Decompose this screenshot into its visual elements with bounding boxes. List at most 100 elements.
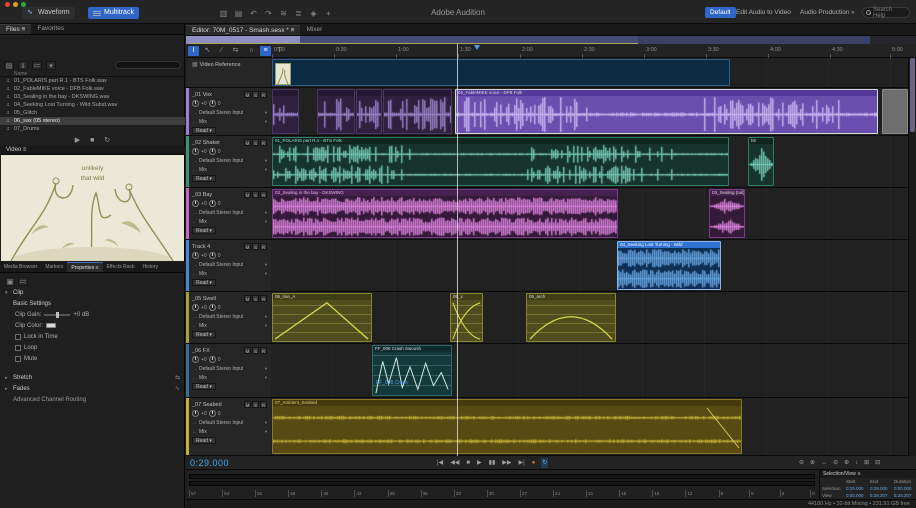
files-search-input[interactable] [115,61,181,69]
zoom-to-selection-icon[interactable]: ⊞ [863,458,870,468]
audio-clip[interactable] [272,89,299,134]
audio-clip[interactable]: 03_Sealing in the bay - DKSWING [272,189,618,238]
volume-knob[interactable] [192,356,199,363]
automation-mode-dropdown[interactable]: Read ▾ [192,331,216,338]
audio-clip[interactable] [356,89,382,134]
tab-properties[interactable]: Properties ≡ [67,262,102,272]
file-row[interactable]: ♫04_Seeking Lost Turning - Wild Subst.wa… [0,101,185,109]
chevron-right-icon[interactable]: ▸ [5,375,10,381]
play-button[interactable]: ▶ [476,458,483,468]
snapping-toggle[interactable]: ≡ [260,46,271,56]
stop-button[interactable]: ■ [465,458,471,468]
mixdown-icon[interactable]: ≋ [278,8,289,19]
track-lane[interactable]: 05_rise_A 05_x 05_arch [270,292,908,344]
pan-knob[interactable] [209,100,216,107]
automation-mode-dropdown[interactable]: Read ▾ [192,127,216,134]
audio-clip-selected[interactable]: 04_Seeking Lost Turning - Wild [617,241,721,290]
audio-clip[interactable] [882,89,908,134]
video-clip[interactable] [272,59,730,86]
session-icon[interactable]: ≣ [293,8,304,19]
pan-knob[interactable] [209,252,216,259]
vertical-scrollbar[interactable] [908,58,916,456]
zoom-in-icon[interactable]: ⊕ [809,458,816,468]
mute-button[interactable]: M [244,139,251,146]
mute-button[interactable]: M [244,243,251,250]
automation-mode-dropdown[interactable]: Read ▾ [192,227,216,234]
tab-mixer[interactable]: Mixer [300,25,328,35]
timecode-display[interactable]: 0:29.000 [190,458,229,468]
pan-knob[interactable] [209,200,216,207]
pause-button[interactable]: ▮▮ [488,458,497,468]
input-selector[interactable]: Default Stereo Input [199,110,243,116]
skip-to-start-button[interactable]: |◀ [436,458,444,468]
output-selector[interactable]: Mix [199,219,207,225]
mute-button[interactable]: M [244,401,251,408]
automation-mode-dropdown[interactable]: Read ▾ [192,437,216,444]
lock-in-time-checkbox[interactable] [15,334,21,340]
volume-knob[interactable] [192,304,199,311]
add-icon[interactable]: + [323,8,334,19]
volume-knob[interactable] [192,252,199,259]
automation-mode-dropdown[interactable]: Read ▾ [192,175,216,182]
file-row-selected[interactable]: ♫06_sax (05 stereo) [0,117,185,125]
fades-toggle-icon[interactable]: ∿ [175,385,180,392]
track-name[interactable]: _02 Shaker [192,140,220,146]
mute-button[interactable]: M [244,347,251,354]
tab-markers[interactable]: Markers [41,262,67,272]
file-row[interactable]: ♫05_Glitch [0,109,185,117]
mute-button[interactable]: M [244,191,251,198]
track-name[interactable]: _01 Vox [192,92,212,98]
audio-clip[interactable]: 07_Ambient_Seabed [272,399,742,454]
video-track-lane[interactable] [270,58,908,88]
track-lane[interactable]: 03_Sealing in the bay - DKSWING 03_Seali… [270,188,908,240]
pan-knob[interactable] [209,356,216,363]
arm-record-button[interactable]: R [260,401,267,408]
tab-editor[interactable]: Editor: 70M_0517 - Smash.sesx * ≡ [186,25,300,35]
tab-effects-rack[interactable]: Effects Rack [103,262,139,272]
solo-button[interactable]: S [252,91,259,98]
advanced-routing-link[interactable]: Advanced Channel Routing [5,394,180,405]
mute-checkbox[interactable] [15,356,21,362]
current-time-indicator-icon[interactable] [474,45,480,50]
track-lane[interactable]: 02_FableMIKE voice - DFB Folk [270,88,908,136]
clip-properties-icon[interactable]: ▣ [5,277,15,286]
move-tool[interactable]: ↖ [202,46,213,56]
multitrack-mode-button[interactable]: Multitrack [88,7,139,19]
pan-knob[interactable] [209,410,216,417]
output-selector[interactable]: Mix [199,429,207,435]
marker-icon[interactable]: ◈ [308,8,319,19]
input-selector[interactable]: Default Stereo Input [199,366,243,372]
input-selector[interactable]: Default Stereo Input [199,420,243,426]
time-selection-tool[interactable]: I [188,46,199,56]
tab-files[interactable]: Files ≡ [0,24,31,34]
audio-clip[interactable] [317,89,355,134]
tab-favorites[interactable]: Favorites [31,24,70,34]
input-selector[interactable]: Default Stereo Input [199,314,243,320]
loop-checkbox[interactable] [15,345,21,351]
solo-button[interactable]: S [252,295,259,302]
chevron-down-icon[interactable]: ▾ [5,290,10,296]
tab-history[interactable]: History [139,262,163,272]
slip-tool[interactable]: ⇆ [230,46,241,56]
snap-magnet-icon[interactable]: ∩ [246,46,257,56]
panel-menu-icon[interactable]: ≡ [858,471,861,477]
clip-gain-value[interactable]: +0 dB [73,312,89,318]
audio-clip[interactable]: 05_arch [526,293,616,342]
stretch-section[interactable]: Stretch [13,375,32,381]
output-selector[interactable]: Mix [199,323,207,329]
arm-record-button[interactable]: R [260,91,267,98]
skip-to-end-button[interactable]: ▶| [518,458,526,468]
video-track-header[interactable]: ▦Video Reference [186,58,270,88]
waveform-mode-button[interactable]: ∿ Waveform [22,7,75,19]
audio-clip[interactable]: FF_008 Crash Swoosh FF_008 Crash [372,345,452,396]
preview-loop-icon[interactable]: ↻ [104,136,110,144]
track-lane[interactable]: FF_008 Crash Swoosh FF_008 Crash [270,344,908,398]
audio-clip[interactable]: 05_x [450,293,483,342]
workspace-overflow-icon[interactable]: » [851,9,855,16]
rewind-button[interactable]: ◀◀ [449,458,460,468]
volume-knob[interactable] [192,100,199,107]
zoom-in-vertical-icon[interactable]: ⊕ [843,458,850,468]
input-selector[interactable]: Default Stereo Input [199,158,243,164]
razor-tool[interactable]: ⁄ [216,46,227,56]
arm-record-button[interactable]: R [260,347,267,354]
